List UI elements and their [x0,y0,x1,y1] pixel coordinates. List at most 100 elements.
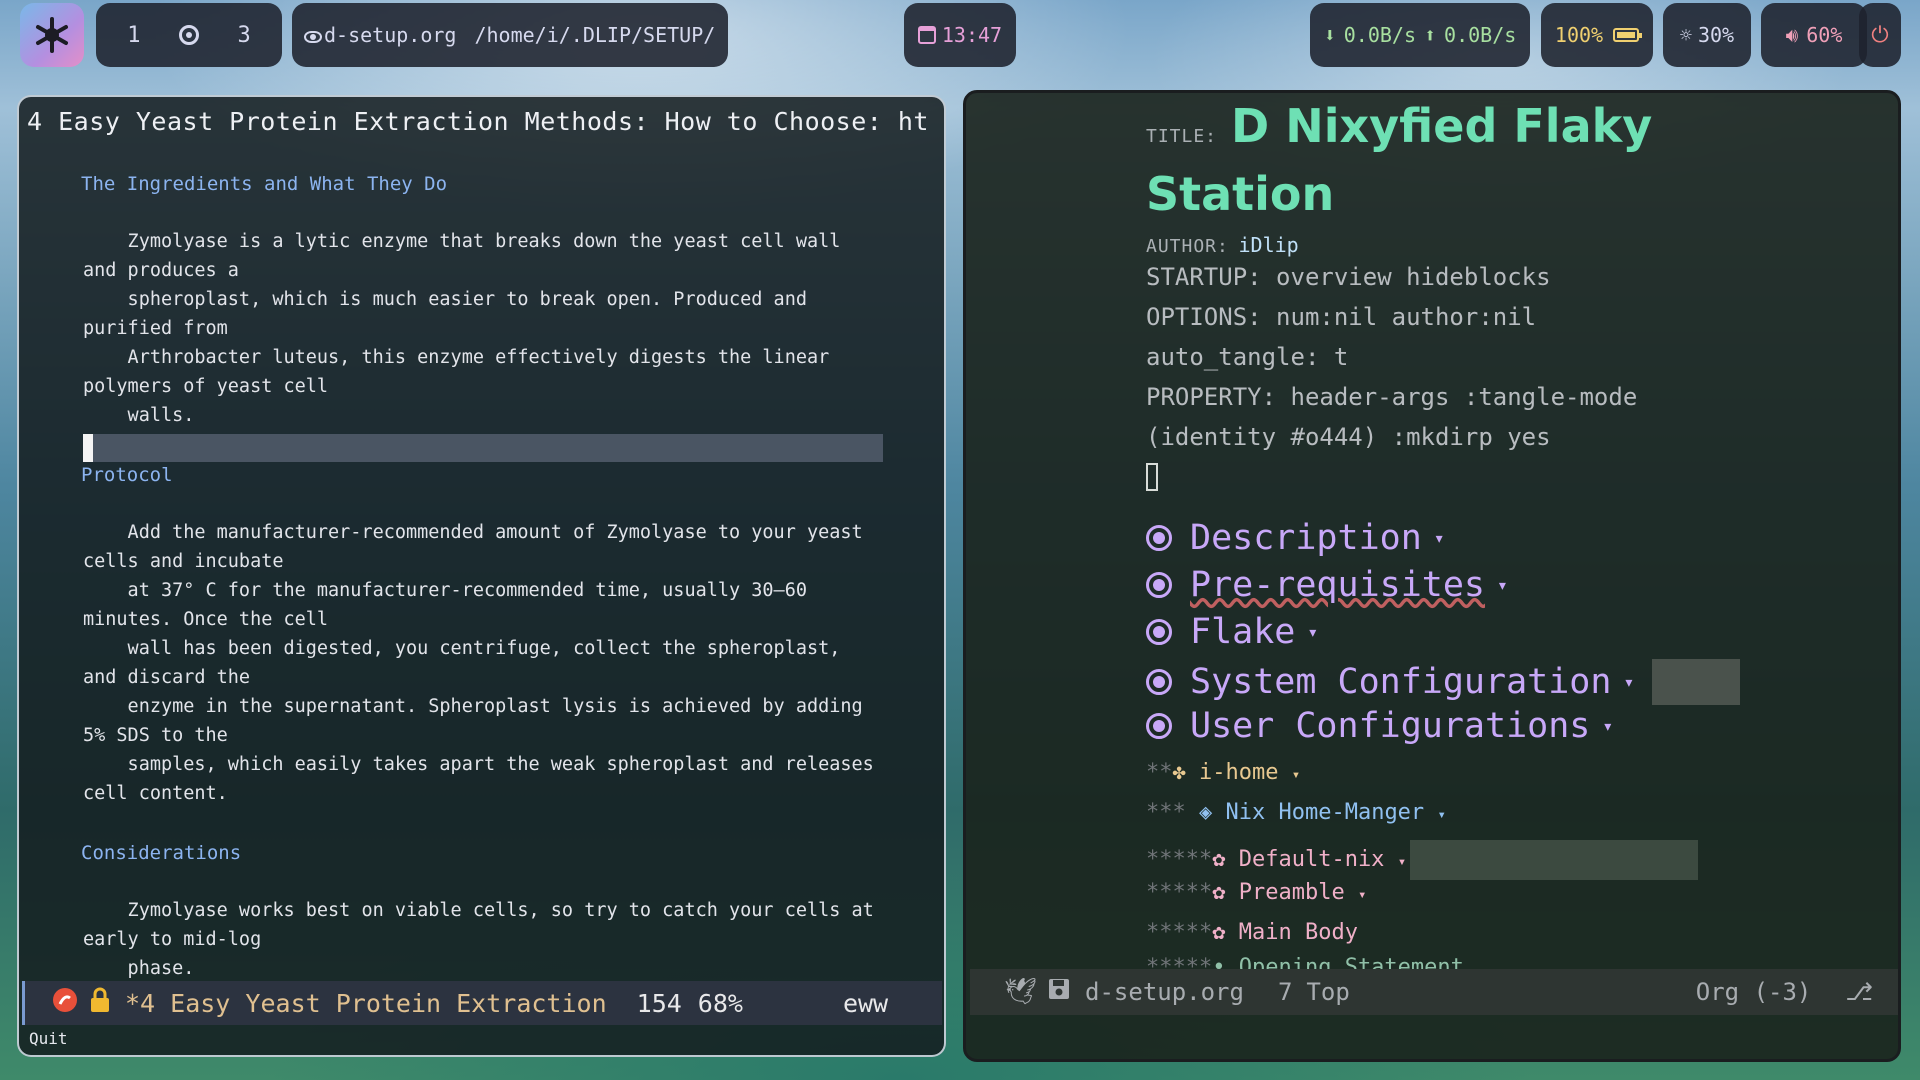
fold-arrow-icon: ▾ [1497,574,1508,596]
bullet-icon [1146,713,1172,739]
flower-icon: ✿ [1212,880,1239,905]
eww-window[interactable]: 4 Easy Yeast Protein Extraction Methods:… [17,95,946,1057]
org-window[interactable]: TITLE: D Nixyfied Flaky Station AUTHOR: … [963,90,1901,1062]
subheading-label: Main Body [1238,920,1358,945]
text-line: Zymolyase is a lytic enzyme that breaks … [83,231,841,252]
bullet-icon [1146,572,1172,598]
nixos-launcher-button[interactable] [20,3,84,67]
section-heading-ingredients[interactable]: The Ingredients and What They Do [81,173,447,195]
heading-user-configurations[interactable]: User Configurations ▾ [1146,706,1613,746]
line-number: 154 [636,988,682,1018]
heading-label: Description [1190,518,1422,558]
org-title: TITLE: D Nixyfied Flaky [1146,99,1652,153]
window-path: /home/i/.DLIP/SETUP/ [474,23,716,47]
buffer-name: d-setup.org [1085,978,1244,1006]
subheading-default-nix[interactable]: *****✿ Default-nix ▾ [1146,840,1699,880]
subheading-i-home[interactable]: **✤ i-home ▾ [1146,760,1300,785]
clock-time: 13:47 [941,23,1003,47]
scroll-position: Top [1306,978,1350,1006]
upload-icon: ⬆ [1424,23,1437,47]
subheading-preamble[interactable]: *****✿ Preamble ▾ [1146,880,1366,905]
workspace-active-indicator[interactable] [179,25,199,45]
text-line: early to mid-log [83,929,262,950]
heading-label: Pre-requisites [1190,565,1486,605]
text-line: cell content. [83,783,228,804]
window-file-label: d-setup.org [324,23,457,47]
folded-ellipsis-block [1652,659,1741,705]
text-line: and produces a [83,260,239,281]
section-heading-considerations[interactable]: Considerations [81,842,241,864]
workspace-1-button[interactable]: 1 [127,23,140,48]
heading-stars: ***** [1146,880,1213,905]
speaker-icon: 🔊︎ [1785,23,1799,47]
fold-arrow-icon: ▾ [1357,887,1367,903]
volume-widget[interactable]: 🔊︎ 60% [1761,3,1867,67]
battery-icon [1613,28,1643,42]
brightness-icon: ☼ [1679,23,1692,47]
network-widget[interactable]: ⬇ 0.0B/s ⬆ 0.0B/s [1310,3,1530,67]
major-mode: Org (-3) [1695,978,1812,1006]
mode-line[interactable]: 🕊︎ d-setup.org 7 Top Org (-3) ⎇ [970,969,1898,1015]
brightness-widget[interactable]: ☼ 30% [1663,3,1751,67]
active-window-title: d-setup.org /home/i/.DLIP/SETUP/ [292,3,728,67]
eye-icon [304,30,322,43]
text-line: purified from [83,318,228,339]
bullet-icon: • [1212,955,1239,969]
bullet-icon [1146,669,1172,695]
current-line-highlight [83,434,883,462]
heading-description[interactable]: Description ▾ [1146,518,1445,558]
text-line: cells and incubate [83,551,284,572]
text-cursor [83,434,93,462]
diamond-icon: ◈ [1185,800,1226,825]
heading-flake[interactable]: Flake ▾ [1146,612,1318,652]
subheading-main-body[interactable]: *****✿ Main Body [1146,920,1358,945]
folded-ellipsis-block [1410,840,1699,880]
heading-system-configuration[interactable]: System Configuration ▾ [1146,659,1741,705]
subheading-opening-statement[interactable]: *****• Opening Statement [1146,955,1464,969]
net-down: 0.0B/s [1343,23,1416,47]
text-line: Arthrobacter luteus, this enzyme effecti… [83,347,830,368]
text-line: 5% SDS to the [83,725,228,746]
echo-area: Quit [29,1029,68,1048]
heading-stars: *** [1146,800,1186,825]
subheading-nix-home-manager[interactable]: *** ◈ Nix Home-Manger ▾ [1146,800,1446,825]
heading-stars: ***** [1146,920,1213,945]
heading-stars: ***** [1146,847,1213,872]
line-number: 7 [1277,978,1293,1006]
text-line: wall has been digested, you centrifuge, … [83,638,841,659]
flower-icon: ✿ [1212,847,1239,872]
text-line: minutes. Once the cell [83,609,329,630]
battery-percent: 100% [1554,23,1604,47]
calendar-icon [917,26,936,44]
section-heading-protocol[interactable]: Protocol [81,464,173,486]
clock-widget[interactable]: 13:47 [904,3,1016,67]
text-line: polymers of yeast cell [83,376,329,397]
mode-line[interactable]: *4 Easy Yeast Protein Extraction 154 68%… [22,981,942,1025]
title-keyword: TITLE: [1146,126,1218,147]
fold-arrow-icon: ▾ [1433,527,1445,549]
fold-arrow-icon: ▾ [1437,807,1446,823]
workspace-3-button[interactable]: 3 [238,23,251,48]
org-auto-tangle: auto_tangle: t [1146,343,1349,371]
nix-snowflake-icon [36,17,68,53]
author-keyword: AUTHOR: [1146,236,1229,257]
heading-prerequisites[interactable]: Pre-requisites ▾ [1146,565,1508,605]
bird-icon: 🕊︎ [1004,977,1038,1007]
text-line: enzyme in the supernatant. Spheroplast l… [83,696,863,717]
text-cursor [1146,463,1158,491]
org-property-1: PROPERTY: header-args :tangle-mode [1146,383,1638,411]
heading-stars: ** [1146,760,1173,785]
net-up: 0.0B/s [1444,23,1517,47]
battery-widget[interactable]: 100% [1541,3,1653,67]
power-button[interactable]: ⏻ [1859,3,1901,67]
major-mode: eww [842,988,889,1018]
save-icon [1047,977,1071,1007]
fold-arrow-icon: ▾ [1602,715,1614,737]
subheading-label: Default-nix [1238,847,1385,872]
title-line-2: Station [1146,167,1335,221]
buffer-name: *4 Easy Yeast Protein Extraction [125,988,607,1018]
page-title: 4 Easy Yeast Protein Extraction Methods:… [27,107,929,136]
emacs-state-icon [51,986,81,1020]
text-line: Zymolyase works best on viable cells, so… [83,900,874,921]
text-line: at 37° C for the manufacturer-recommende… [83,580,807,601]
